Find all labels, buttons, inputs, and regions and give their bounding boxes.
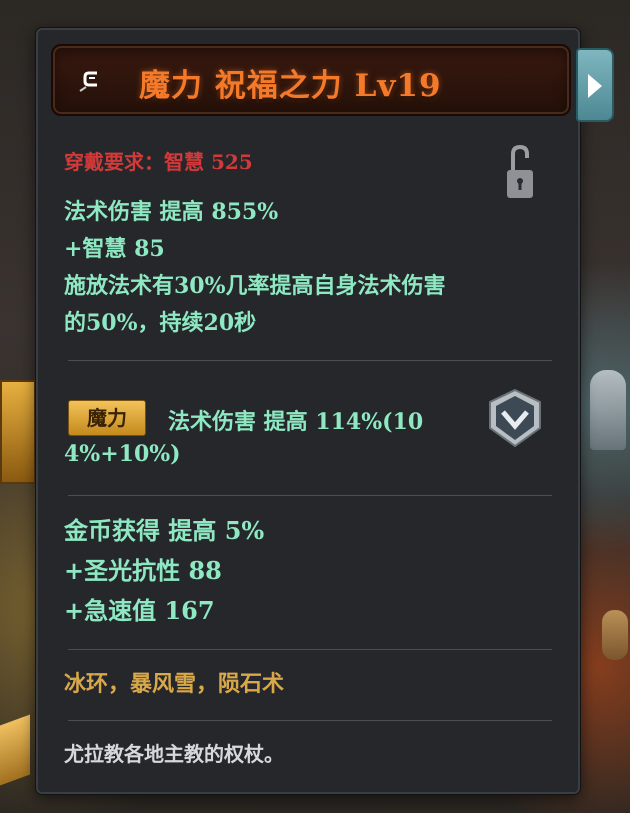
divider [68, 495, 552, 496]
padlock-icon[interactable] [504, 144, 536, 202]
item-title-bar: 魔力 祝福之力 Lv19 [51, 44, 571, 116]
stat-line: +急速值 167 [64, 596, 215, 625]
shield-icon[interactable] [488, 388, 542, 448]
wear-requirement: 穿戴要求：智慧 525 [64, 150, 253, 174]
hook-icon [77, 66, 105, 94]
item-title: 魔力 祝福之力 Lv19 [139, 68, 442, 104]
stat-line: 施放法术有30%几率提高自身法术伤害 [64, 273, 446, 299]
background-scenery [0, 714, 30, 786]
stat-line: 金币获得 提高 5% [64, 516, 265, 545]
stat-line: +圣光抗性 88 [64, 556, 222, 585]
background-character [602, 610, 628, 660]
stat-line: +智慧 85 [64, 236, 165, 262]
enchant-stat-continued: 4%+10%) [64, 441, 181, 467]
expand-tab-button[interactable] [576, 48, 614, 122]
chevron-right-icon [588, 74, 602, 98]
divider [68, 720, 552, 721]
divider [68, 360, 552, 361]
item-description: 尤拉教各地主教的权杖。 [64, 742, 284, 766]
item-tooltip-panel: 魔力 祝福之力 Lv19 穿戴要求：智慧 525 法术伤害 提高 855% +智… [36, 28, 614, 794]
background-character [590, 370, 626, 450]
skill-list: 冰环，暴风雪，陨石术 [64, 671, 285, 697]
background-scenery [0, 380, 36, 484]
stat-line: 的50%，持续20秒 [64, 310, 257, 336]
divider [68, 649, 552, 650]
enchant-stat: 法术伤害 提高 114%(10 [168, 409, 424, 435]
stat-line: 法术伤害 提高 855% [64, 199, 279, 225]
enchant-badge: 魔力 [68, 400, 146, 436]
